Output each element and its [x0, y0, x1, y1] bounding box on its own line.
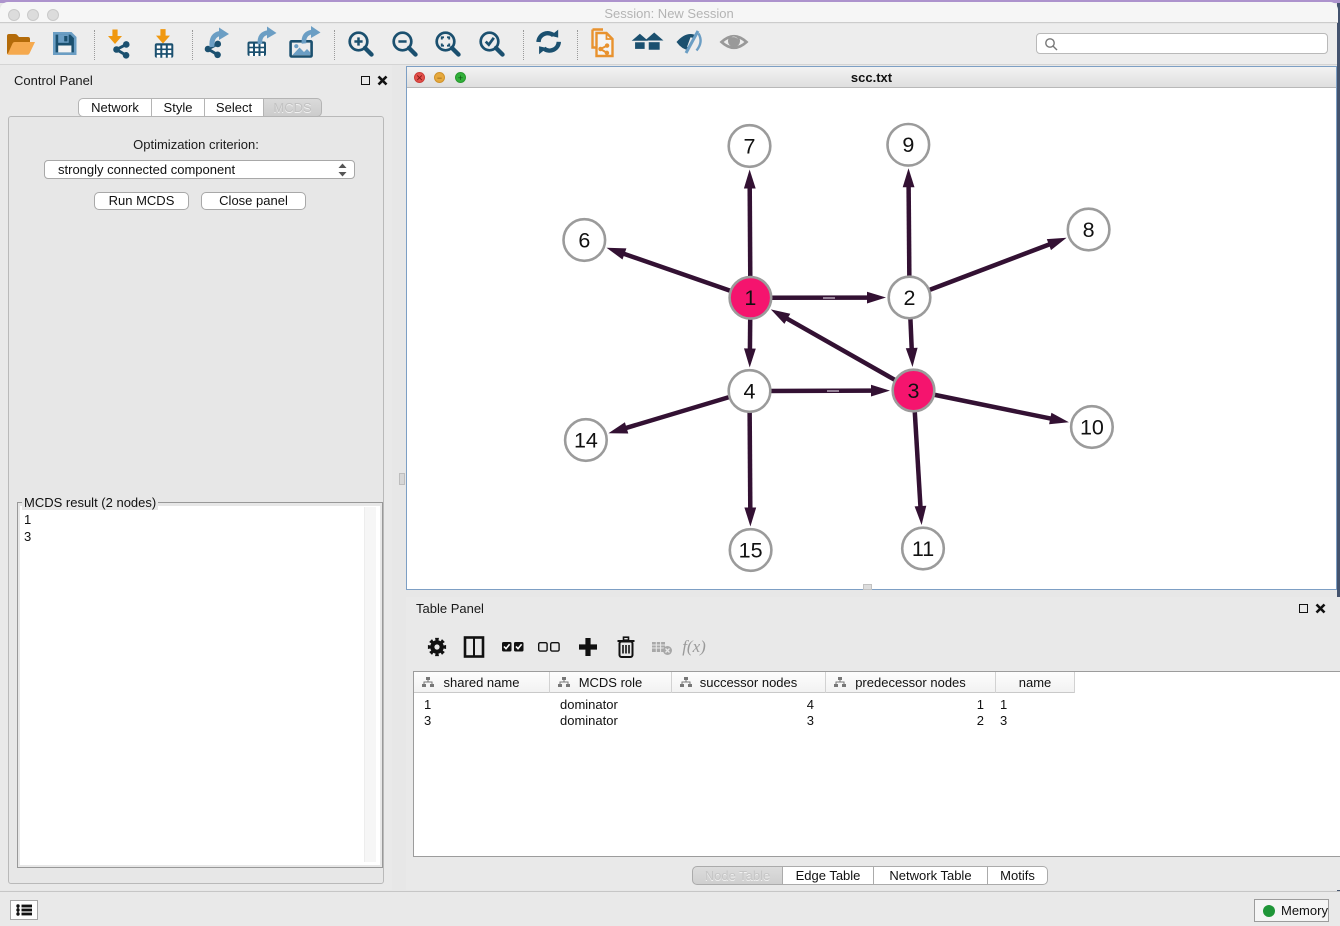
- svg-text:14: 14: [574, 428, 598, 452]
- svg-text:8: 8: [1083, 218, 1095, 242]
- svg-text:4: 4: [744, 379, 756, 403]
- svg-text:f(x): f(x): [682, 637, 706, 656]
- svg-text:10: 10: [1080, 415, 1104, 439]
- svg-text:1: 1: [744, 286, 756, 310]
- svg-text:15: 15: [739, 538, 763, 562]
- svg-text:6: 6: [578, 228, 590, 252]
- svg-text:2: 2: [904, 286, 916, 310]
- svg-text:7: 7: [744, 134, 756, 158]
- svg-text:3: 3: [908, 379, 920, 403]
- svg-text:11: 11: [912, 537, 934, 561]
- svg-text:9: 9: [902, 133, 914, 157]
